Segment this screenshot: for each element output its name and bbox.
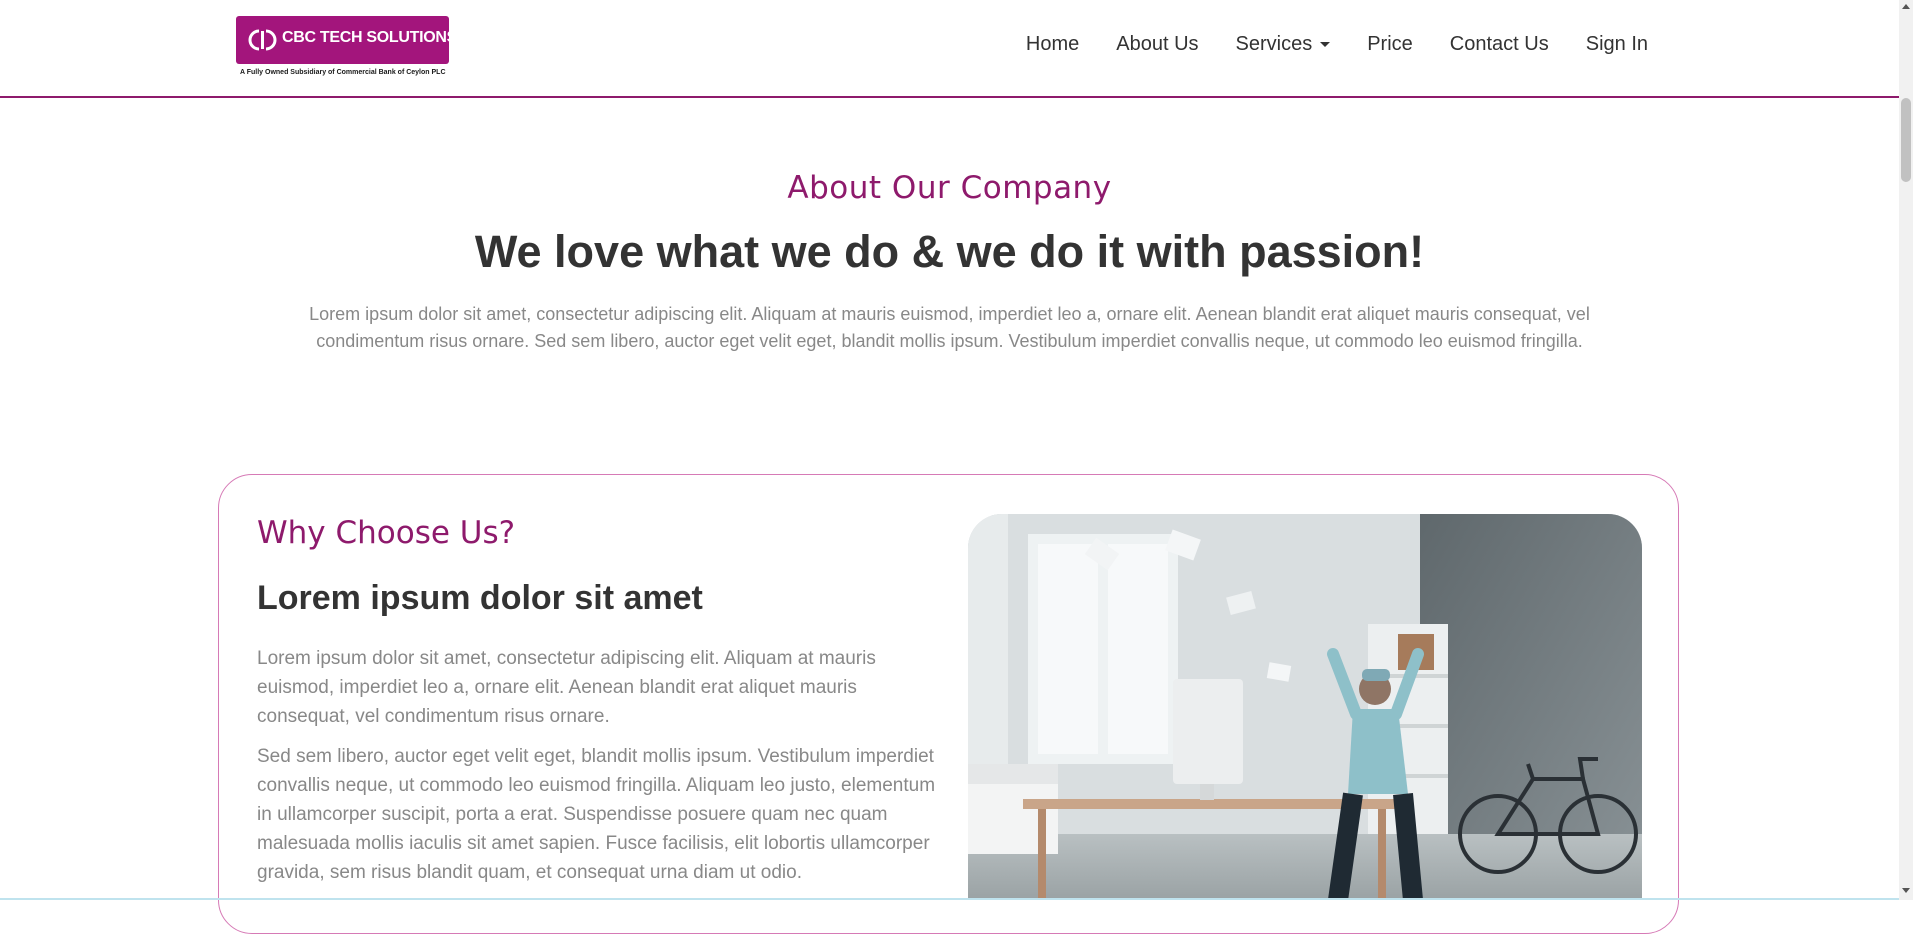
cbc-logo-icon [248, 29, 277, 51]
about-description: Lorem ipsum dolor sit amet, consectetur … [309, 304, 1590, 351]
nav-sign-in[interactable]: Sign In [1586, 33, 1648, 56]
brand-tagline: A Fully Owned Subsidiary of Commercial B… [240, 69, 446, 76]
why-paragraph-2: Sed sem libero, auctor eget velit eget, … [257, 746, 936, 883]
nav-about-us[interactable]: About Us [1116, 33, 1198, 56]
why-eyebrow: Why Choose Us? [257, 515, 516, 551]
page-scrollbar[interactable] [1899, 0, 1913, 900]
about-title: We love what we do & we do it with passi… [474, 226, 1425, 277]
why-paragraph-1: Lorem ipsum dolor sit amet, consectetur … [257, 648, 876, 727]
about-eyebrow: About Our Company [787, 170, 1112, 206]
main-nav: Home About Us Services Price Contact Us … [989, 33, 1648, 56]
nav-services[interactable]: Services [1236, 33, 1331, 56]
office-photo-illustration [968, 514, 1642, 900]
office-photo [968, 514, 1642, 900]
navbar: CBC TECH SOLUTIONS A Fully Owned Subsidi… [0, 0, 1899, 98]
why-title: Lorem ipsum dolor sit amet [257, 579, 703, 617]
logo-badge: CBC TECH SOLUTIONS [236, 16, 457, 64]
nav-price[interactable]: Price [1367, 33, 1413, 56]
nav-home[interactable]: Home [1026, 33, 1079, 56]
scroll-down-arrow-icon[interactable] [1902, 888, 1910, 893]
nav-contact-us[interactable]: Contact Us [1450, 33, 1549, 56]
brand-logo[interactable]: CBC TECH SOLUTIONS A Fully Owned Subsidi… [236, 16, 457, 80]
caret-down-icon [1320, 42, 1331, 47]
brand-name: CBC TECH SOLUTIONS [282, 29, 458, 46]
scroll-up-arrow-icon[interactable] [1902, 4, 1910, 9]
nav-services-label: Services [1235, 33, 1313, 55]
scroll-thumb[interactable] [1901, 98, 1911, 182]
